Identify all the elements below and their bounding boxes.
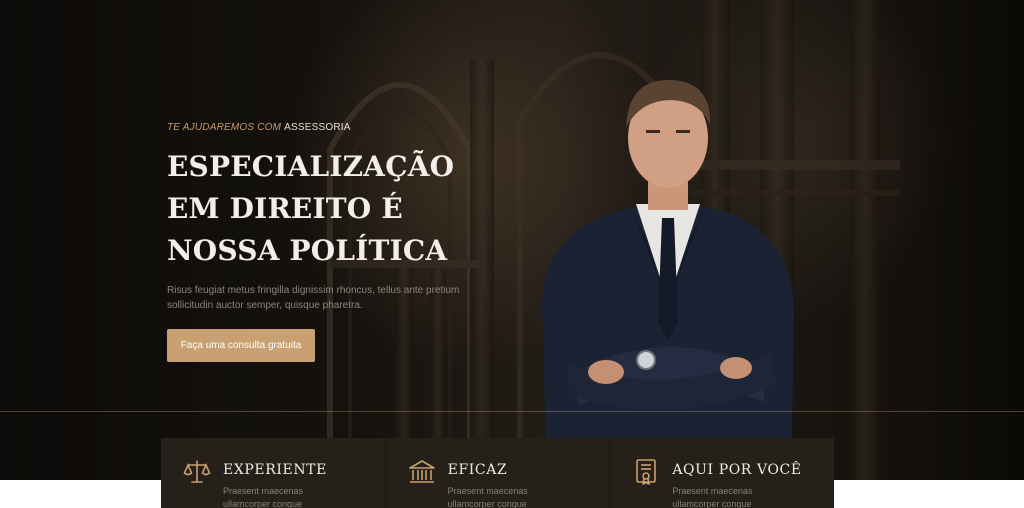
free-consultation-button[interactable]: Faça uma consulta gratuita xyxy=(167,329,315,362)
feature-text: Praesent maecenas ullamcorper congue xyxy=(223,486,304,508)
hero-lead-text: Risus feugiat metus fringilla dignissim … xyxy=(167,285,460,311)
features-strip: EXPERIENTE Praesent maecenas ullamcorper… xyxy=(161,438,835,508)
certificate-icon xyxy=(636,459,657,485)
hero-section: TE AJUDAREMOS COM ASSESSORIA ESPECIALIZA… xyxy=(0,0,1024,480)
cathedral-background xyxy=(327,0,900,480)
hero-divider xyxy=(0,411,1024,412)
feature-text: Praesent maecenas ullamcorper congue xyxy=(672,486,753,508)
hero-eyebrow: TE AJUDAREMOS COM ASSESSORIA xyxy=(167,122,351,133)
feature-card-aqui-por-voce: AQUI POR VOCÊ Praesent maecenas ullamcor… xyxy=(610,438,835,508)
eyebrow-prefix: TE AJUDAREMOS COM xyxy=(167,122,282,133)
feature-title: EFICAZ xyxy=(447,462,508,478)
feature-card-experiente: EXPERIENTE Praesent maecenas ullamcorper… xyxy=(161,438,386,508)
courthouse-icon xyxy=(408,460,435,483)
lawyer-portrait xyxy=(542,79,794,440)
eyebrow-accent: ASSESSORIA xyxy=(284,122,351,133)
hero-headline: ESPECIALIZAÇÃO EM DIREITO É NOSSA POLÍTI… xyxy=(167,150,455,267)
feature-title: AQUI POR VOCÊ xyxy=(672,462,802,478)
feature-title: EXPERIENTE xyxy=(223,462,327,478)
scales-icon xyxy=(183,460,211,483)
feature-text: Praesent maecenas ullamcorper congue xyxy=(447,486,528,508)
feature-card-eficaz: EFICAZ Praesent maecenas ullamcorper con… xyxy=(385,438,611,508)
